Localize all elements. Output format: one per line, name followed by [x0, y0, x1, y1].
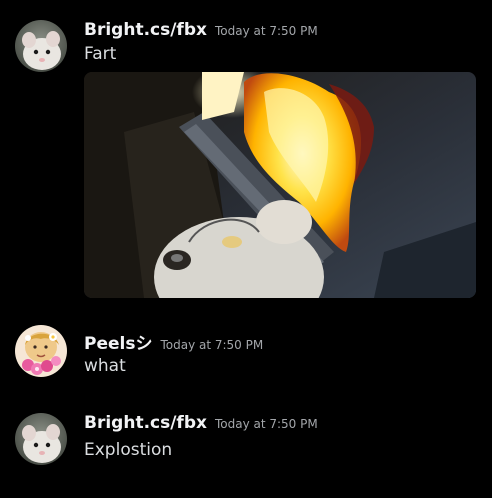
user-avatar[interactable] [15, 325, 67, 377]
user-avatar[interactable] [15, 20, 67, 72]
message-text: Fart [84, 44, 117, 64]
message-text: Explostion [84, 440, 173, 460]
mouse-avatar-icon [15, 20, 67, 72]
explosion-image [84, 72, 476, 298]
message-item: Bright.cs/fbx Today at 7:50 PM Explostion [0, 385, 492, 498]
timestamp: Today at 7:50 PM [214, 417, 318, 431]
user-avatar[interactable] [15, 413, 67, 465]
timestamp: Today at 7:50 PM [160, 338, 264, 352]
username[interactable]: Bright.cs/fbx Today at 7:50 PM [84, 20, 318, 40]
message-item: Bright.cs/fbx Today at 7:50 PM Fart [0, 0, 492, 305]
username[interactable]: Peelsシ Today at 7:50 PM [84, 329, 263, 354]
username[interactable]: Bright.cs/fbx Today at 7:50 PM [84, 413, 318, 433]
image-attachment[interactable] [84, 72, 476, 298]
username-text[interactable]: Peelsシ [84, 334, 152, 354]
message-text: what [84, 356, 126, 376]
chat-log: Bright.cs/fbx Today at 7:50 PM Fart Peel… [0, 0, 492, 498]
message-item: Peelsシ Today at 7:50 PM what [0, 305, 492, 385]
username-text[interactable]: Bright.cs/fbx [84, 413, 207, 433]
timestamp: Today at 7:50 PM [214, 24, 318, 38]
flower-character-avatar-icon [15, 325, 67, 377]
mouse-avatar-icon [15, 413, 67, 465]
username-text[interactable]: Bright.cs/fbx [84, 20, 207, 40]
